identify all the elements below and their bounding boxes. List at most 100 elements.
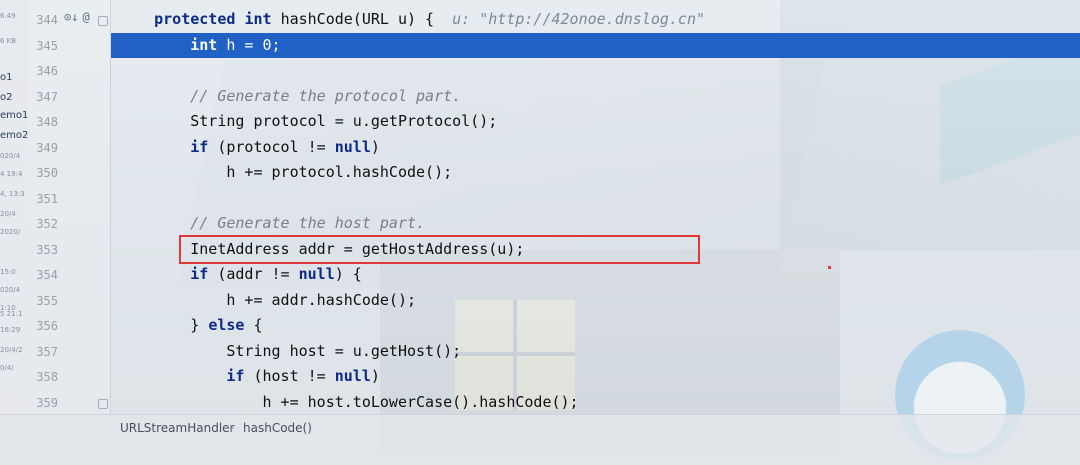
- project-tree-fragment[interactable]: 020/4: [0, 152, 20, 160]
- fold-marker-icon[interactable]: [98, 398, 108, 409]
- project-tree-fragment[interactable]: 6.49: [0, 12, 16, 20]
- code-line[interactable]: [111, 58, 1080, 83]
- fold-marker-icon[interactable]: [98, 16, 108, 26]
- project-tree-fragment[interactable]: 20/4/2: [0, 346, 23, 354]
- code-token: (host !=: [253, 367, 335, 385]
- project-tree-fragment[interactable]: 5 21:1: [0, 310, 22, 318]
- code-text: protected int hashCode(URL u) { u: "http…: [118, 7, 705, 32]
- project-tree-fragment[interactable]: 20/4: [0, 210, 16, 218]
- code-token: ): [370, 367, 380, 385]
- code-line[interactable]: [111, 186, 1080, 211]
- code-line[interactable]: h += addr.hashCode();: [111, 288, 1080, 313]
- project-tree-fragment[interactable]: 4, 13:3: [0, 190, 25, 198]
- project-tree-fragment[interactable]: 16:29: [0, 326, 20, 334]
- current-line[interactable]: int h = 0;: [111, 32, 1080, 58]
- project-tree-fragment[interactable]: 15:0: [0, 268, 16, 276]
- keyword-token: int: [244, 10, 281, 28]
- gutter-icons: ⊙↓ @: [64, 10, 94, 24]
- code-line[interactable]: // Generate the protocol part.: [111, 84, 1080, 109]
- code-token: (protocol !=: [217, 137, 335, 156]
- line-number: 350: [36, 166, 58, 180]
- comment-token: // Generate the host part.: [190, 214, 426, 232]
- line-number: 354: [36, 268, 58, 282]
- code-text: // Generate the protocol part.: [118, 84, 461, 109]
- project-tree-fragment[interactable]: emo1: [0, 110, 28, 121]
- implements-icon[interactable]: ⊙↓: [64, 10, 78, 24]
- project-tree-fragment[interactable]: o1: [0, 72, 12, 83]
- code-token: {: [253, 316, 263, 334]
- code-line[interactable]: h += host.toLowerCase().hashCode();: [111, 390, 1080, 415]
- project-tree-fragment[interactable]: 4 19:4: [0, 170, 22, 178]
- line-number: 357: [36, 344, 58, 359]
- code-line[interactable]: String protocol = u.getProtocol();: [111, 109, 1080, 134]
- line-number: 347: [36, 89, 58, 104]
- code-text: if (host != null): [118, 364, 380, 389]
- keyword-token: null: [334, 137, 371, 156]
- line-number: 353: [36, 242, 58, 257]
- line-number: 358: [36, 370, 58, 384]
- breadcrumb-separator: ›: [230, 421, 235, 434]
- code-text: } else {: [118, 313, 263, 338]
- code-line[interactable]: protected int hashCode(URL u) { u: "http…: [111, 7, 1080, 32]
- code-line[interactable]: // Generate the host part.: [111, 211, 1080, 236]
- code-token: ) {: [334, 265, 362, 283]
- line-number: 345: [36, 38, 58, 53]
- code-text: String protocol = u.getProtocol();: [118, 109, 497, 134]
- inline-value-hint: u: "http://42onoe.dnslog.cn": [452, 10, 706, 28]
- code-line[interactable]: } else {: [111, 313, 1080, 338]
- line-number: 348: [36, 115, 58, 129]
- code-token: h += addr.hashCode();: [226, 290, 417, 309]
- highlight-box: [179, 235, 700, 264]
- code-token: h = 0;: [226, 35, 281, 54]
- keyword-token: null: [334, 367, 371, 385]
- project-tree-fragment[interactable]: 6 KB: [0, 37, 16, 45]
- code-token: }: [190, 316, 209, 334]
- red-dot-marker: [828, 266, 831, 269]
- code-token: (addr !=: [217, 265, 299, 283]
- keyword-token: if: [190, 137, 218, 156]
- project-tree-fragment[interactable]: 2020/: [0, 228, 20, 236]
- line-number: 355: [36, 293, 58, 308]
- breadcrumb-item-method[interactable]: hashCode(): [243, 421, 312, 435]
- code-line[interactable]: String host = u.getHost();: [111, 339, 1080, 364]
- project-tree-fragment[interactable]: o2: [0, 92, 12, 103]
- comment-token: // Generate the protocol part.: [190, 86, 462, 105]
- code-text: h += addr.hashCode();: [118, 288, 416, 313]
- code-token: ): [370, 137, 380, 156]
- breadcrumb-item-class[interactable]: URLStreamHandler: [120, 421, 234, 435]
- code-text: h += host.toLowerCase().hashCode();: [118, 390, 579, 415]
- code-text: h += protocol.hashCode();: [118, 160, 452, 185]
- line-number: 349: [36, 140, 58, 155]
- line-number: 356: [36, 319, 58, 333]
- keyword-token: int: [190, 35, 227, 54]
- code-line[interactable]: if (host != null): [111, 364, 1080, 389]
- annotation-icon[interactable]: @: [82, 10, 89, 24]
- code-editor[interactable]: protected int hashCode(URL u) { u: "http…: [111, 0, 1080, 414]
- keyword-token: if: [190, 265, 218, 283]
- code-text: if (addr != null) {: [118, 262, 362, 287]
- code-line[interactable]: if (addr != null) {: [111, 262, 1080, 287]
- line-number: 346: [36, 64, 58, 78]
- code-token: String host = u.getHost();: [226, 341, 462, 360]
- project-tree-fragment[interactable]: 020/4: [0, 286, 20, 294]
- code-token: hashCode(URL u) {: [280, 10, 453, 28]
- code-text: String host = u.getHost();: [118, 339, 461, 364]
- project-tree-fragment[interactable]: emo2: [0, 130, 28, 141]
- code-line[interactable]: if (protocol != null): [111, 135, 1080, 160]
- code-line[interactable]: h += protocol.hashCode();: [111, 160, 1080, 185]
- project-tree-fragment[interactable]: 0/4/: [0, 364, 14, 372]
- line-number: 359: [36, 395, 58, 410]
- keyword-token: null: [298, 265, 335, 283]
